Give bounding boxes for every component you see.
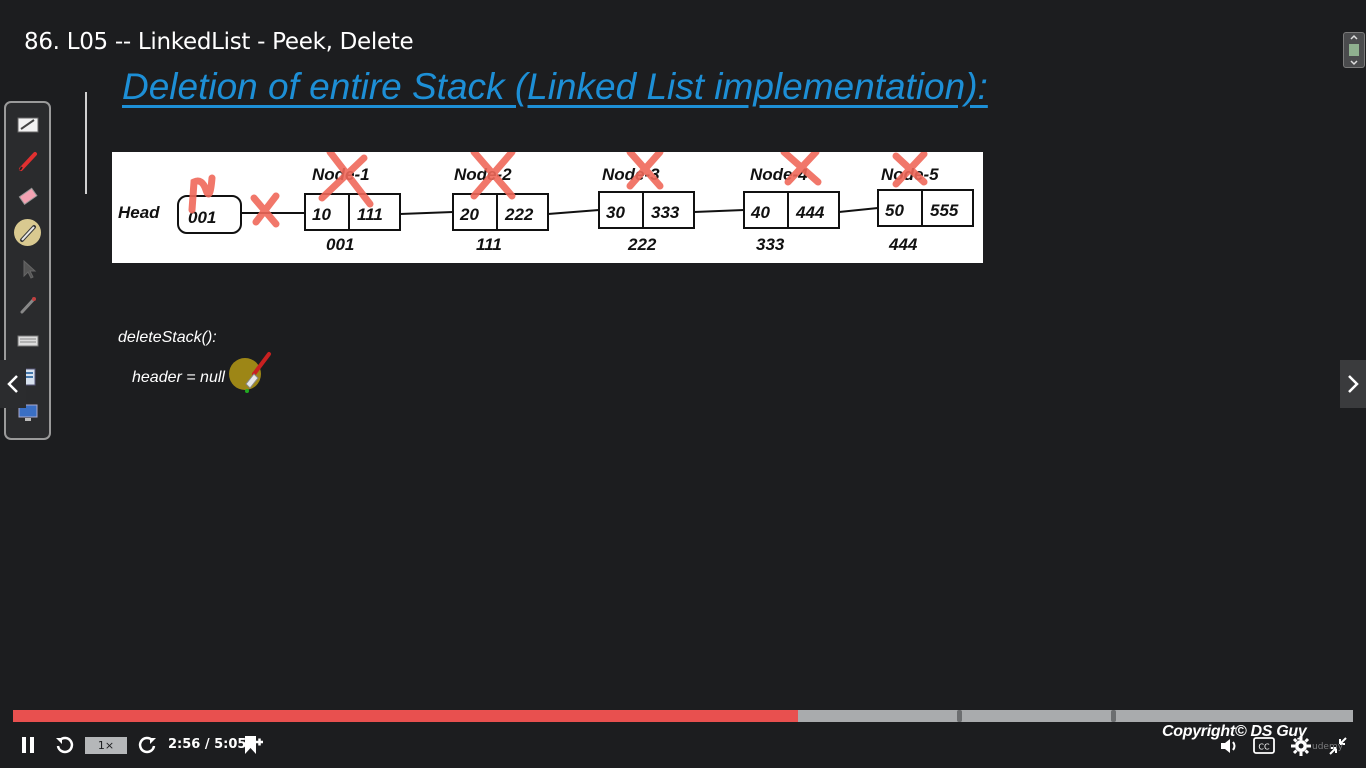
progress-fill — [13, 710, 799, 722]
gear-icon — [1291, 736, 1311, 756]
node-next: 333 — [651, 203, 680, 222]
pen-icon[interactable] — [14, 147, 41, 174]
eraser-icon[interactable] — [14, 183, 41, 210]
scribble-mark — [188, 174, 216, 214]
chevron-right-icon — [1348, 375, 1359, 393]
node-data: 20 — [459, 205, 479, 224]
progress-bar[interactable] — [13, 710, 1353, 722]
chapter-marker[interactable] — [1111, 710, 1117, 722]
pause-button[interactable] — [19, 735, 37, 755]
node-data: 30 — [606, 203, 625, 222]
captions-button[interactable]: CC — [1253, 736, 1275, 754]
highlighter-icon[interactable] — [14, 219, 41, 246]
rewind-button[interactable] — [53, 735, 75, 755]
bookmark-add-icon — [245, 736, 263, 754]
node-connector — [547, 209, 600, 215]
add-bookmark-button[interactable] — [241, 734, 265, 756]
node-connector — [399, 211, 454, 215]
chapter-marker[interactable] — [957, 710, 963, 722]
expand-icon — [1349, 34, 1359, 66]
playback-speed-button[interactable]: 1× — [85, 737, 127, 754]
node-address: 333 — [756, 235, 785, 254]
node-address: 111 — [476, 235, 502, 254]
node-address: 001 — [326, 235, 354, 254]
lecture-title: 86. L05 -- LinkedList - Peek, Delete — [24, 29, 414, 55]
udemy-watermark: udemy — [1312, 742, 1344, 752]
sidebar-toggle-button[interactable] — [1343, 32, 1365, 68]
settings-button[interactable] — [1290, 735, 1312, 757]
volume-button[interactable] — [1218, 736, 1240, 756]
keyboard-icon[interactable] — [14, 327, 41, 354]
code-delete-stack: deleteStack(): — [118, 329, 217, 346]
strike-mark — [250, 192, 280, 228]
brush-icon[interactable] — [14, 291, 41, 318]
previous-button[interactable] — [0, 360, 26, 408]
linked-list-svg: Head 001Node-110 111001Node-220 222111Node-… — [118, 152, 974, 254]
node-connector — [838, 207, 879, 213]
annotation-vertical-line — [85, 92, 87, 194]
node-next: 555 — [930, 201, 959, 220]
whiteboard-icon[interactable] — [14, 111, 41, 138]
node-data: 50 — [885, 201, 904, 220]
slide-heading: Deletion of entire Stack (Linked List im… — [122, 66, 988, 107]
pause-icon — [22, 737, 34, 753]
next-button[interactable] — [1340, 360, 1366, 408]
node-address: 444 — [888, 235, 918, 254]
pointer-icon[interactable] — [14, 255, 41, 282]
chevron-left-icon — [7, 375, 18, 393]
node-data: 10 — [312, 205, 331, 224]
head-label: Head — [118, 203, 160, 222]
node-next: 444 — [795, 203, 825, 222]
node-address: 222 — [627, 235, 657, 254]
svg-text:CC: CC — [1258, 742, 1270, 751]
forward-icon — [138, 736, 156, 754]
node-data: 40 — [750, 203, 770, 222]
node-connector — [693, 209, 745, 213]
node-next: 111 — [357, 205, 383, 224]
linked-list-diagram: Head 001 Node-1 10 111 001 Node-2 20 222 111 Node-… — [112, 152, 983, 263]
rewind-icon — [56, 736, 74, 754]
code-header-null: header = null — [132, 369, 225, 386]
node-next: 222 — [504, 205, 534, 224]
volume-icon — [1221, 739, 1236, 753]
captions-icon: CC — [1253, 736, 1275, 754]
time-display: 2:56 / 5:05 — [168, 737, 247, 752]
forward-button[interactable] — [137, 735, 159, 755]
pen-cursor-icon — [245, 352, 271, 393]
